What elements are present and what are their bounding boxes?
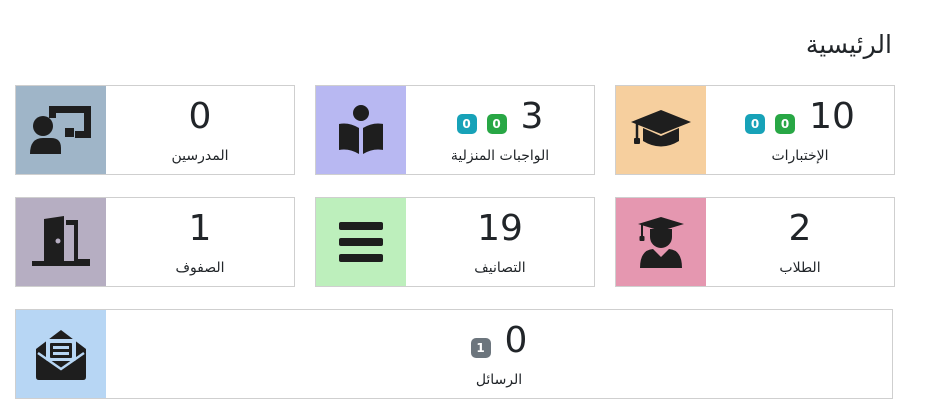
card-students-label: الطلاب	[779, 260, 821, 276]
card-homework-label: الواجبات المنزلية	[450, 148, 550, 164]
card-teachers-value: 0	[188, 96, 212, 137]
bars-icon	[339, 222, 383, 262]
card-categories-label: التصانيف	[474, 260, 526, 276]
badge-exams-success: 0	[775, 114, 796, 134]
card-exams-label: الإختبارات	[771, 148, 829, 164]
card-students-value: 2	[788, 208, 812, 249]
card-teachers-iconbox	[16, 86, 106, 174]
card-classes-value: 1	[188, 208, 212, 249]
student-graduate-icon	[638, 217, 684, 268]
card-exams-iconbox	[616, 86, 706, 174]
card-classes[interactable]: 1 الصفوف	[15, 197, 295, 287]
card-students[interactable]: 2 الطلاب	[615, 197, 895, 287]
badge-exams-info: 0	[745, 114, 766, 134]
door-open-icon	[32, 216, 90, 266]
card-messages-value: 0	[504, 320, 528, 361]
graduation-cap-icon	[631, 110, 691, 147]
card-messages[interactable]: 1 0 الرسائل	[15, 309, 893, 399]
badge-messages-unread: 1	[470, 338, 491, 358]
card-categories[interactable]: 19 التصانيف	[315, 197, 595, 287]
card-exams-value: 10	[809, 96, 855, 137]
card-classes-iconbox	[16, 198, 106, 286]
card-homework-value: 3	[520, 96, 544, 137]
card-classes-label: الصفوف	[175, 260, 225, 276]
card-categories-value: 19	[477, 208, 523, 249]
book-reader-icon	[339, 105, 383, 154]
card-categories-iconbox	[316, 198, 406, 286]
card-exams[interactable]: 0 0 10 الإختبارات	[615, 85, 895, 175]
teacher-board-icon	[30, 106, 91, 154]
card-students-iconbox	[616, 198, 706, 286]
badge-homework-info: 0	[456, 114, 477, 134]
envelope-open-text-icon	[36, 330, 86, 380]
card-teachers[interactable]: 0 المدرسين	[15, 85, 295, 175]
page-title: الرئيسية	[805, 30, 892, 59]
card-homework-iconbox	[316, 86, 406, 174]
card-messages-iconbox	[16, 310, 106, 398]
card-teachers-label: المدرسين	[171, 148, 229, 164]
card-messages-label: الرسائل	[475, 372, 523, 388]
card-homework[interactable]: 0 0 3 الواجبات المنزلية	[315, 85, 595, 175]
badge-homework-success: 0	[486, 114, 507, 134]
